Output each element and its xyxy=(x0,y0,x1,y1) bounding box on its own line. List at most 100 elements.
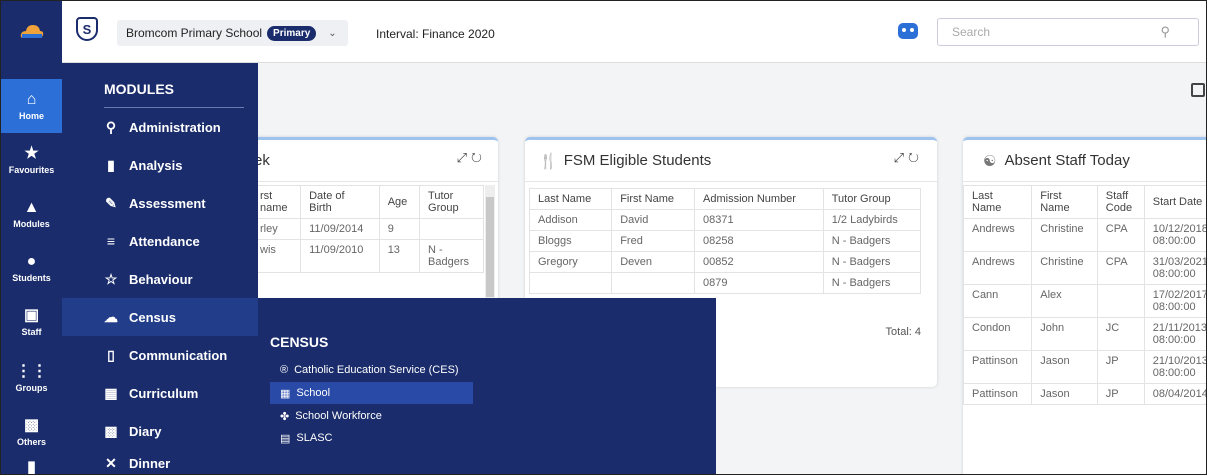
chevron-down-icon: ⌄ xyxy=(328,27,337,39)
col-header[interactable]: Age xyxy=(378,185,421,219)
others-icon: ▩ xyxy=(23,417,40,434)
cutlery-icon: ✕ xyxy=(105,454,117,471)
groups-icon: ⋮⋮ xyxy=(15,363,48,380)
top-bar: S Bromcom Primary School Primary ⌄ Inter… xyxy=(62,1,1206,63)
col-header[interactable]: First Name xyxy=(1031,185,1098,219)
app-window: ⌂ Home ★ Favourites ▲ Modules ● Students ▣ St… xyxy=(0,0,1207,475)
census-item-slasc[interactable]: ▤ SLASC xyxy=(270,427,332,449)
modules-menu: MODULES ⚲ Administration ▮ Analysis ✎ Asses… xyxy=(62,63,258,474)
collapse-icon[interactable]: ⤢ xyxy=(457,150,471,165)
absent-staff-card: ☯ Absent Staff Today Last Name First Name… xyxy=(962,137,1206,474)
table-row[interactable]: Pattinson Jason JP 08/04/2014 xyxy=(962,383,1206,405)
book-icon: ▩ xyxy=(104,422,118,439)
school-name: Bromcom Primary School xyxy=(126,26,263,40)
table-row[interactable]: wis 11/09/2010 13 N - Badgers xyxy=(250,239,484,273)
card1-table: rst name Date of Birth Age Tutor Group r… xyxy=(250,185,484,273)
scrollbar-thumb[interactable] xyxy=(486,197,494,297)
chatbot-icon[interactable] xyxy=(898,23,918,39)
module-behaviour[interactable]: ☆ Behaviour xyxy=(62,260,258,298)
table-row[interactable]: Gregory Deven 00852 N - Badgers xyxy=(528,251,922,273)
student-icon: ● xyxy=(26,253,37,270)
module-census[interactable]: ☁ Census xyxy=(62,298,258,336)
table-header-row: Last Name First Name Staff Code Start Da… xyxy=(962,185,1206,219)
widget-card-1: ek ⤢↻ rst name Date of Birth Age Tutor G… xyxy=(250,137,498,307)
col-header[interactable]: rst name xyxy=(250,185,302,219)
col-header[interactable]: Start Date xyxy=(1143,185,1206,219)
module-administration[interactable]: ⚲ Administration xyxy=(62,108,258,146)
rail-more[interactable]: ▮ xyxy=(1,459,62,475)
col-header[interactable]: Tutor Group xyxy=(822,188,922,210)
cloud-upload-icon: ☁ xyxy=(104,308,118,325)
collapse-icon[interactable]: ⤢ xyxy=(894,150,908,165)
document-icon: ▮ xyxy=(27,459,36,475)
census-item-school-workforce[interactable]: ✤ School Workforce xyxy=(270,405,382,427)
school-phase-badge: Primary xyxy=(267,25,317,41)
absent-staff-table: Last Name First Name Staff Code Start Da… xyxy=(962,185,1206,405)
modules-title: MODULES xyxy=(104,81,244,108)
module-curriculum[interactable]: ▦ Curriculum xyxy=(62,374,258,412)
table-row[interactable]: Andrews Christine CPA 10/12/2018 08:00:00 xyxy=(962,218,1206,252)
col-header[interactable]: Date of Birth xyxy=(300,185,380,219)
table-row[interactable]: Cann Alex 17/02/2017 08:00:00 xyxy=(962,284,1206,318)
person-icon: ✤ xyxy=(280,410,290,423)
rail-favourites[interactable]: ★ Favourites xyxy=(1,133,62,187)
module-diary[interactable]: ▩ Diary xyxy=(62,412,258,450)
expand-icon[interactable] xyxy=(1191,83,1205,97)
census-title: CENSUS xyxy=(270,334,329,350)
cloud-logo-icon xyxy=(20,25,43,38)
scrollbar[interactable] xyxy=(485,185,495,305)
rail-others[interactable]: ▩ Others xyxy=(1,405,62,459)
col-header[interactable]: Staff Code xyxy=(1096,185,1145,219)
module-dinner[interactable]: ✕ Dinner xyxy=(62,450,258,474)
search-icon[interactable]: ⚲ xyxy=(1160,24,1170,40)
col-header[interactable]: Tutor Group xyxy=(419,185,484,219)
census-submenu: CENSUS ® Catholic Education Service (CES)… xyxy=(258,298,716,474)
table-row[interactable]: 0879 N - Badgers xyxy=(528,272,922,294)
col-header[interactable]: First Name xyxy=(611,188,696,210)
table-icon: ▤ xyxy=(280,432,291,445)
table-total: Total: 4 xyxy=(885,326,921,338)
fsm-table: Last Name First Name Admission Number Tu… xyxy=(528,188,922,294)
module-assessment[interactable]: ✎ Assessment xyxy=(62,184,258,222)
census-item-school[interactable]: ▦ School xyxy=(270,382,473,404)
left-rail: ⌂ Home ★ Favourites ▲ Modules ● Students ▣ St… xyxy=(1,1,62,475)
app-logo[interactable] xyxy=(1,1,62,61)
school-shield-icon: S xyxy=(76,17,98,41)
staff-icon: ▣ xyxy=(23,307,40,324)
star-icon: ★ xyxy=(24,145,39,162)
table-row[interactable]: Pattinson Jason JP 21/10/2013 08:00:00 xyxy=(962,350,1206,384)
col-header[interactable]: Last Name xyxy=(528,188,613,210)
search-input[interactable]: Search ⚲ xyxy=(937,18,1199,46)
table-row[interactable]: Condon John JC 21/11/2013 08:00:00 xyxy=(962,317,1206,351)
table-row[interactable]: Addison David 08371 1/2 Ladybirds xyxy=(528,209,922,231)
building-icon: ▦ xyxy=(280,387,291,400)
col-header[interactable]: Admission Number xyxy=(694,188,824,210)
table-row[interactable]: rley 11/09/2014 9 xyxy=(250,218,484,240)
bar-chart-icon: ▮ xyxy=(107,156,115,173)
module-attendance[interactable]: ≡ Attendance xyxy=(62,222,258,260)
calendar-icon: ▦ xyxy=(104,384,118,401)
school-selector[interactable]: Bromcom Primary School Primary ⌄ xyxy=(117,20,348,46)
rail-students[interactable]: ● Students xyxy=(1,241,62,295)
pencil-icon: ✎ xyxy=(105,194,117,211)
card-title: 🍴 FSM Eligible Students xyxy=(525,140,937,182)
people-icon: ☯ xyxy=(983,152,997,170)
card-title: ☯ Absent Staff Today xyxy=(963,140,1206,182)
table-header-row: Last Name First Name Admission Number Tu… xyxy=(528,188,922,210)
module-analysis[interactable]: ▮ Analysis xyxy=(62,146,258,184)
table-row[interactable]: Bloggs Fred 08258 N - Badgers xyxy=(528,230,922,252)
checklist-icon: ≡ xyxy=(106,233,116,249)
table-row[interactable]: Andrews Christine CPA 31/03/2021 08:00:00 xyxy=(962,251,1206,285)
module-communication[interactable]: ▯ Communication xyxy=(62,336,258,374)
registered-icon: ® xyxy=(280,364,289,376)
col-header[interactable]: Last Name xyxy=(962,185,1033,219)
census-item-ces[interactable]: ® Catholic Education Service (CES) xyxy=(270,359,459,381)
rail-home[interactable]: ⌂ Home xyxy=(1,79,62,133)
home-icon: ⌂ xyxy=(26,91,37,108)
rail-groups[interactable]: ⋮⋮ Groups xyxy=(1,351,62,405)
refresh-icon[interactable]: ↻ xyxy=(471,150,486,165)
refresh-icon[interactable]: ↻ xyxy=(908,150,923,165)
rail-staff[interactable]: ▣ Staff xyxy=(1,295,62,349)
people-icon: ⚲ xyxy=(105,118,117,135)
rail-modules[interactable]: ▲ Modules xyxy=(1,187,62,241)
